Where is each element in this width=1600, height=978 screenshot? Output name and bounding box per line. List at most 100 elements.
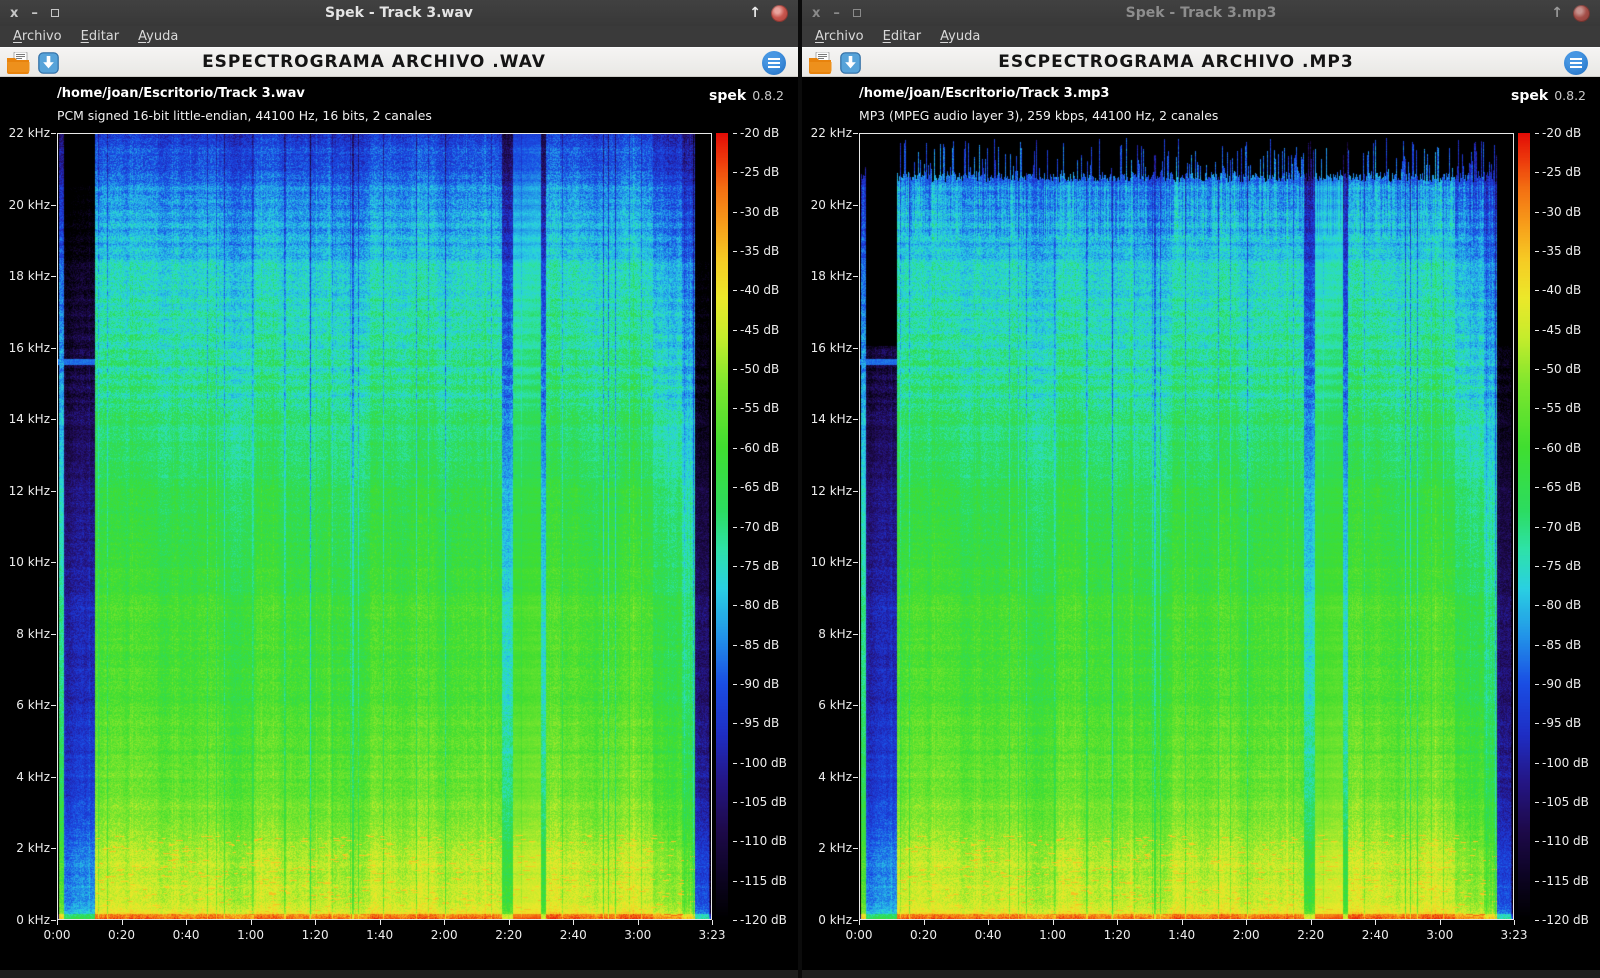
db-color-scale [716, 133, 728, 920]
menu-circle-icon[interactable] [1564, 51, 1588, 75]
time-tick [380, 920, 381, 925]
db-tick [1535, 251, 1539, 252]
app-version: spek0.8.2 [709, 85, 784, 104]
time-tick-label: 3:23 [1492, 928, 1536, 942]
time-tick-label: 1:40 [358, 928, 402, 942]
db-tick-label: -20 dB [1542, 126, 1581, 140]
open-file-icon[interactable] [808, 52, 834, 74]
time-tick [1311, 920, 1312, 925]
freq-tick-label: 10 kHz [0, 555, 50, 569]
freq-tick-label: 4 kHz [802, 770, 852, 784]
freq-tick [853, 348, 858, 349]
freq-tick-label: 8 kHz [802, 627, 852, 641]
db-tick-label: -55 dB [1542, 401, 1581, 415]
db-tick-label: -115 dB [1542, 874, 1589, 888]
menu-archivo[interactable]: Archivo [812, 29, 867, 44]
spectrogram-canvas-wav [58, 134, 711, 919]
freq-tick-label: 2 kHz [802, 841, 852, 855]
db-tick-label: -55 dB [740, 401, 779, 415]
menu-ayuda[interactable]: Ayuda [937, 29, 983, 44]
time-tick-label: 1:20 [293, 928, 337, 942]
notification-badge-icon[interactable] [1573, 5, 1590, 22]
db-tick-label: -60 dB [740, 441, 779, 455]
scroll-up-icon[interactable]: ↑ [749, 6, 761, 20]
db-tick [733, 763, 737, 764]
time-tick [859, 920, 860, 925]
db-tick [1535, 920, 1539, 921]
db-tick-label: -105 dB [740, 795, 787, 809]
db-tick [733, 645, 737, 646]
menu-archivo[interactable]: Archivo [10, 29, 65, 44]
db-tick [1535, 408, 1539, 409]
app-version-number: 0.8.2 [1554, 88, 1586, 103]
db-tick-label: -70 dB [1542, 520, 1581, 534]
db-tick [1535, 881, 1539, 882]
db-tick-label: -75 dB [740, 559, 779, 573]
file-path: /home/joan/Escritorio/Track 3.wav [57, 86, 305, 101]
time-tick [1514, 920, 1515, 925]
freq-tick-label: 6 kHz [802, 698, 852, 712]
save-spectrogram-icon[interactable] [38, 52, 59, 74]
scroll-up-icon[interactable]: ↑ [1551, 6, 1563, 20]
freq-tick-label: 10 kHz [802, 555, 852, 569]
freq-tick [853, 562, 858, 563]
time-tick [251, 920, 252, 925]
db-tick-label: -60 dB [1542, 441, 1581, 455]
time-tick-label: 2:00 [1224, 928, 1268, 942]
freq-tick [51, 777, 56, 778]
notification-badge-icon[interactable] [771, 5, 788, 22]
time-tick [924, 920, 925, 925]
titlebar[interactable]: x – Spek - Track 3.wav ↑ [0, 0, 798, 26]
freq-tick [51, 491, 56, 492]
app-version-number: 0.8.2 [752, 88, 784, 103]
db-tick [733, 172, 737, 173]
db-tick-label: -40 dB [1542, 283, 1581, 297]
menu-ayuda[interactable]: Ayuda [135, 29, 181, 44]
db-tick [1535, 527, 1539, 528]
freq-tick [853, 777, 858, 778]
titlebar[interactable]: x – Spek - Track 3.mp3 ↑ [802, 0, 1600, 26]
toolbar: ESCPECTROGRAMA ARCHIVO .MP3 [802, 47, 1600, 77]
time-tick [186, 920, 187, 925]
audio-format-info: PCM signed 16-bit little-endian, 44100 H… [57, 108, 432, 123]
freq-tick-label: 12 kHz [802, 484, 852, 498]
spectrogram-heading: ESPECTROGRAMA ARCHIVO .WAV [70, 52, 678, 72]
app-version: spek0.8.2 [1511, 85, 1586, 104]
freq-tick [853, 634, 858, 635]
freq-tick-label: 0 kHz [802, 913, 852, 927]
freq-tick-label: 18 kHz [0, 269, 50, 283]
time-tick-label: 1:20 [1095, 928, 1139, 942]
time-tick [988, 920, 989, 925]
db-tick [733, 290, 737, 291]
db-tick [733, 408, 737, 409]
db-tick [733, 527, 737, 528]
db-tick-label: -90 dB [740, 677, 779, 691]
time-tick [509, 920, 510, 925]
open-file-icon[interactable] [6, 52, 32, 74]
spectrogram-panel: /home/joan/Escritorio/Track 3.mp3 spek0.… [802, 77, 1600, 978]
db-tick [733, 841, 737, 842]
freq-tick [51, 920, 56, 921]
save-spectrogram-icon[interactable] [840, 52, 861, 74]
freq-tick [853, 419, 858, 420]
time-tick-label: 0:00 [837, 928, 881, 942]
freq-tick [51, 419, 56, 420]
menu-editar[interactable]: Editar [78, 29, 123, 44]
db-tick-label: -25 dB [740, 165, 779, 179]
freq-tick-label: 20 kHz [0, 198, 50, 212]
titlebar-right-icons: ↑ [749, 0, 788, 26]
db-tick-label: -75 dB [1542, 559, 1581, 573]
db-tick [733, 133, 737, 134]
window-bottom-edge [802, 970, 1600, 978]
db-tick [1535, 566, 1539, 567]
db-tick-label: -65 dB [1542, 480, 1581, 494]
freq-tick [51, 634, 56, 635]
db-tick [733, 920, 737, 921]
db-tick-label: -30 dB [740, 205, 779, 219]
menu-editar[interactable]: Editar [880, 29, 925, 44]
freq-tick-label: 16 kHz [802, 341, 852, 355]
freq-tick [51, 705, 56, 706]
db-tick-label: -95 dB [1542, 716, 1581, 730]
menu-circle-icon[interactable] [762, 51, 786, 75]
db-tick-label: -70 dB [740, 520, 779, 534]
